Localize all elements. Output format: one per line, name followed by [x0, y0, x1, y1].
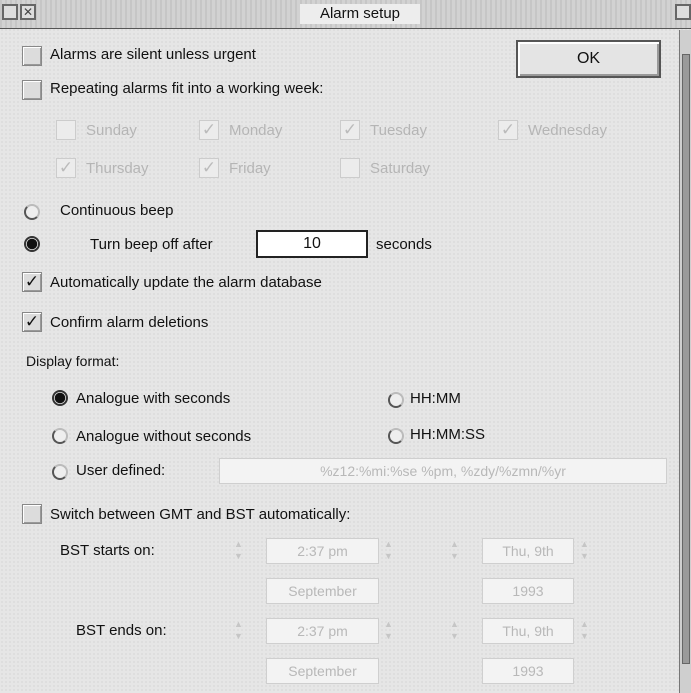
bst-end-month[interactable]: September	[266, 658, 379, 684]
day-checkbox-saturday[interactable]	[340, 158, 360, 178]
spin-down-icon[interactable]: ▼	[384, 552, 393, 561]
hhmmss-radio[interactable]	[388, 428, 404, 444]
confirm-deletions-label: Confirm alarm deletions	[50, 314, 209, 331]
bst-end-day[interactable]: Thu, 9th	[482, 618, 574, 644]
day-checkbox-monday[interactable]: ✓	[199, 120, 219, 140]
bst-starts-label: BST starts on:	[60, 542, 155, 559]
bst-start-year[interactable]: 1993	[482, 578, 574, 604]
spin-down-icon[interactable]: ▼	[234, 632, 243, 641]
bst-start-month[interactable]: September	[266, 578, 379, 604]
day-label-sunday: Sunday	[86, 122, 137, 139]
scrollbar-thumb[interactable]	[682, 54, 690, 664]
toggle-size-icon[interactable]	[675, 4, 691, 20]
continuous-beep-radio[interactable]	[24, 204, 40, 220]
spin-up-icon[interactable]: ▲	[580, 620, 589, 629]
spin-up-icon[interactable]: ▲	[384, 620, 393, 629]
title-bar[interactable]: ✕ Alarm setup	[0, 0, 691, 29]
day-checkbox-wednesday[interactable]: ✓	[498, 120, 518, 140]
silent-label: Alarms are silent unless urgent	[50, 46, 256, 63]
spin-down-icon[interactable]: ▼	[450, 552, 459, 561]
day-checkbox-sunday[interactable]	[56, 120, 76, 140]
spin-up-icon[interactable]: ▲	[384, 540, 393, 549]
spin-up-icon[interactable]: ▲	[580, 540, 589, 549]
hhmmss-label: HH:MM:SS	[410, 426, 485, 443]
day-label-monday: Monday	[229, 122, 283, 139]
display-format-heading: Display format:	[26, 353, 120, 369]
bst-start-time[interactable]: 2:37 pm	[266, 538, 379, 564]
spin-up-icon[interactable]: ▲	[450, 540, 459, 549]
spin-down-icon[interactable]: ▼	[580, 552, 589, 561]
bst-switch-checkbox[interactable]	[22, 504, 42, 524]
turn-off-beep-label: Turn beep off after	[90, 236, 213, 253]
repeat-checkbox[interactable]	[22, 80, 42, 100]
window-title: Alarm setup	[300, 4, 420, 24]
dialog-content: Alarms are silent unless urgent OK Repea…	[4, 30, 676, 690]
analogue-no-seconds-radio[interactable]	[52, 428, 68, 444]
beep-seconds-input[interactable]: 10	[256, 230, 368, 258]
day-label-saturday: Saturday	[370, 160, 431, 177]
bst-ends-label: BST ends on:	[76, 622, 167, 639]
user-defined-radio[interactable]	[52, 464, 68, 480]
day-checkbox-friday[interactable]: ✓	[199, 158, 219, 178]
ok-button[interactable]: OK	[516, 40, 661, 78]
spin-up-icon[interactable]: ▲	[234, 540, 243, 549]
spin-down-icon[interactable]: ▼	[450, 632, 459, 641]
update-db-label: Automatically update the alarm database	[50, 274, 322, 291]
analogue-seconds-label: Analogue with seconds	[76, 390, 231, 407]
spin-down-icon[interactable]: ▼	[580, 632, 589, 641]
spin-up-icon[interactable]: ▲	[450, 620, 459, 629]
day-label-wednesday: Wednesday	[528, 122, 607, 139]
day-label-friday: Friday	[229, 160, 271, 177]
confirm-deletions-checkbox[interactable]: ✓	[22, 312, 42, 332]
spin-up-icon[interactable]: ▲	[234, 620, 243, 629]
day-checkbox-thursday[interactable]: ✓	[56, 158, 76, 178]
silent-checkbox[interactable]	[22, 46, 42, 66]
user-format-input[interactable]: %z12:%mi:%se %pm, %zdy/%zmn/%yr	[219, 458, 667, 484]
day-checkbox-tuesday[interactable]: ✓	[340, 120, 360, 140]
seconds-label: seconds	[376, 236, 432, 253]
analogue-seconds-radio[interactable]	[52, 390, 68, 406]
continuous-beep-label: Continuous beep	[60, 202, 174, 219]
bst-end-year[interactable]: 1993	[482, 658, 574, 684]
spin-down-icon[interactable]: ▼	[384, 632, 393, 641]
back-icon[interactable]	[2, 4, 18, 20]
day-label-thursday: Thursday	[86, 160, 149, 177]
analogue-no-seconds-label: Analogue without seconds	[76, 428, 252, 445]
user-defined-label: User defined:	[76, 462, 166, 479]
bst-end-time[interactable]: 2:37 pm	[266, 618, 379, 644]
turn-off-beep-radio[interactable]	[24, 236, 40, 252]
alarm-setup-window: ✕ Alarm setup Alarms are silent unless u…	[0, 0, 691, 693]
vertical-scrollbar[interactable]	[679, 30, 691, 693]
spin-down-icon[interactable]: ▼	[234, 552, 243, 561]
hhmm-label: HH:MM	[410, 390, 461, 407]
bst-start-day[interactable]: Thu, 9th	[482, 538, 574, 564]
bst-switch-label: Switch between GMT and BST automatically…	[50, 506, 351, 523]
close-icon[interactable]: ✕	[20, 4, 36, 20]
day-label-tuesday: Tuesday	[370, 122, 427, 139]
update-db-checkbox[interactable]: ✓	[22, 272, 42, 292]
repeat-label: Repeating alarms fit into a working week…	[50, 80, 324, 97]
hhmm-radio[interactable]	[388, 392, 404, 408]
